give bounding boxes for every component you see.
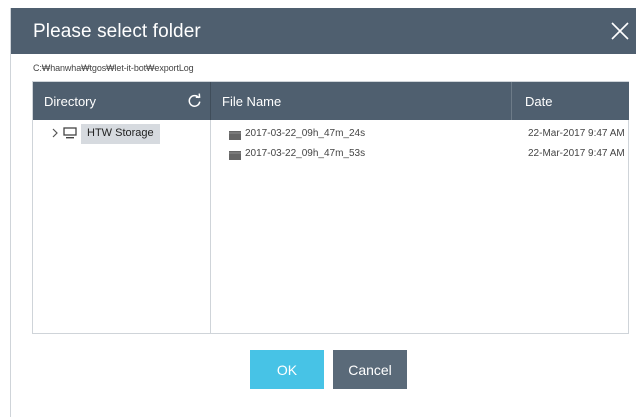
file-name: 2017-03-22_09h_47m_24s (245, 128, 366, 139)
directory-header-label: Directory (44, 94, 97, 109)
refresh-icon[interactable] (187, 93, 202, 108)
directory-tree: HTW Storage (33, 120, 211, 333)
ok-button[interactable]: OK (250, 350, 324, 389)
date-header-label: Date (525, 94, 553, 109)
dialog-titlebar: Please select folder (11, 8, 636, 54)
select-folder-dialog: Please select folder C:₩hanwha₩tgos₩let-… (10, 8, 636, 417)
folder-icon (229, 151, 241, 160)
directory-header: Directory (33, 82, 211, 120)
file-date: 22-Mar-2017 9:47 AM (528, 128, 625, 139)
chevron-right-icon[interactable] (51, 128, 59, 138)
file-date: 22-Mar-2017 9:47 AM (528, 148, 625, 159)
file-name-header-label: File Name (222, 94, 282, 109)
file-list: 2017-03-22_09h_47m_24s 22-Mar-2017 9:47 … (211, 120, 629, 333)
tree-node-htw-storage[interactable]: HTW Storage (51, 124, 171, 144)
file-row[interactable]: 2017-03-22_09h_47m_53s 22-Mar-2017 9:47 … (211, 145, 629, 165)
file-name: 2017-03-22_09h_47m_53s (245, 148, 366, 159)
close-icon[interactable] (609, 20, 631, 42)
file-name-header[interactable]: File Name (211, 82, 512, 120)
folder-browser: Directory File Name Date HTW Storage 201… (32, 81, 629, 334)
current-path: C:₩hanwha₩tgos₩let-it-bot₩exportLog (33, 63, 194, 73)
file-row[interactable]: 2017-03-22_09h_47m_24s 22-Mar-2017 9:47 … (211, 125, 629, 145)
computer-icon (63, 127, 77, 139)
tree-node-label: HTW Storage (81, 124, 160, 144)
cancel-button[interactable]: Cancel (333, 350, 407, 389)
dialog-title: Please select folder (33, 21, 201, 42)
folder-icon (229, 131, 241, 140)
date-header[interactable]: Date (512, 82, 629, 120)
